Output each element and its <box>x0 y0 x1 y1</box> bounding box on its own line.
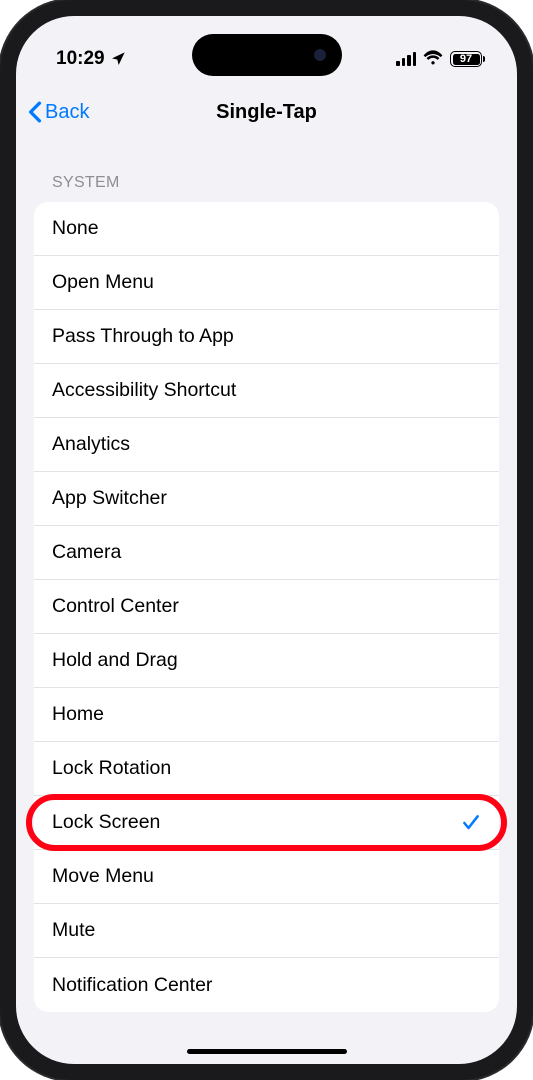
list-item[interactable]: None <box>34 202 499 256</box>
list-item[interactable]: Lock Screen <box>34 796 499 850</box>
list-item[interactable]: Camera <box>34 526 499 580</box>
list-item[interactable]: Home <box>34 688 499 742</box>
battery-percent: 97 <box>460 53 472 65</box>
list-item[interactable]: Mute <box>34 904 499 958</box>
back-button[interactable]: Back <box>28 101 89 124</box>
list-item-label: Hold and Drag <box>52 649 178 672</box>
page-title: Single-Tap <box>216 101 317 124</box>
list-item[interactable]: App Switcher <box>34 472 499 526</box>
navigation-bar: Back Single-Tap <box>16 86 517 138</box>
list-item-label: Notification Center <box>52 974 212 997</box>
wifi-icon <box>423 49 443 70</box>
home-indicator[interactable] <box>187 1049 347 1054</box>
list-item[interactable]: Accessibility Shortcut <box>34 364 499 418</box>
status-time-group: 10:29 <box>56 48 126 70</box>
list-item-label: Lock Screen <box>52 811 160 834</box>
list-item-label: Move Menu <box>52 865 154 888</box>
list-item-label: Open Menu <box>52 271 154 294</box>
status-indicators: 97 <box>396 49 485 70</box>
options-list: None Open Menu Pass Through to App Accessib… <box>34 202 499 1012</box>
list-item[interactable]: Analytics <box>34 418 499 472</box>
list-item[interactable]: Notification Center <box>34 958 499 1012</box>
back-label: Back <box>45 101 89 124</box>
phone-side-buttons-left <box>0 200 1 444</box>
checkmark-icon <box>461 813 481 833</box>
list-item-label: Accessibility Shortcut <box>52 379 236 402</box>
battery-indicator: 97 <box>450 51 485 67</box>
list-item[interactable]: Move Menu <box>34 850 499 904</box>
list-item[interactable]: Open Menu <box>34 256 499 310</box>
list-item[interactable]: Pass Through to App <box>34 310 499 364</box>
list-item-label: Control Center <box>52 595 179 618</box>
location-icon <box>110 51 126 67</box>
list-item-label: Camera <box>52 541 121 564</box>
list-item[interactable]: Control Center <box>34 580 499 634</box>
screen: 10:29 97 <box>16 16 517 1064</box>
chevron-left-icon <box>28 101 42 123</box>
list-item-label: None <box>52 217 99 240</box>
list-item-label: Analytics <box>52 433 130 456</box>
list-item[interactable]: Hold and Drag <box>34 634 499 688</box>
status-time: 10:29 <box>56 48 105 70</box>
list-item-label: Mute <box>52 919 95 942</box>
list-item-label: Pass Through to App <box>52 325 234 348</box>
list-item-label: App Switcher <box>52 487 167 510</box>
content-area[interactable]: SYSTEM None Open Menu Pass Through to App A… <box>16 138 517 1064</box>
list-item[interactable]: Lock Rotation <box>34 742 499 796</box>
phone-frame: 10:29 97 <box>0 0 533 1080</box>
section-header: SYSTEM <box>16 138 517 202</box>
list-item-label: Lock Rotation <box>52 757 171 780</box>
dynamic-island <box>192 34 342 76</box>
cellular-signal-icon <box>396 52 416 66</box>
list-item-label: Home <box>52 703 104 726</box>
